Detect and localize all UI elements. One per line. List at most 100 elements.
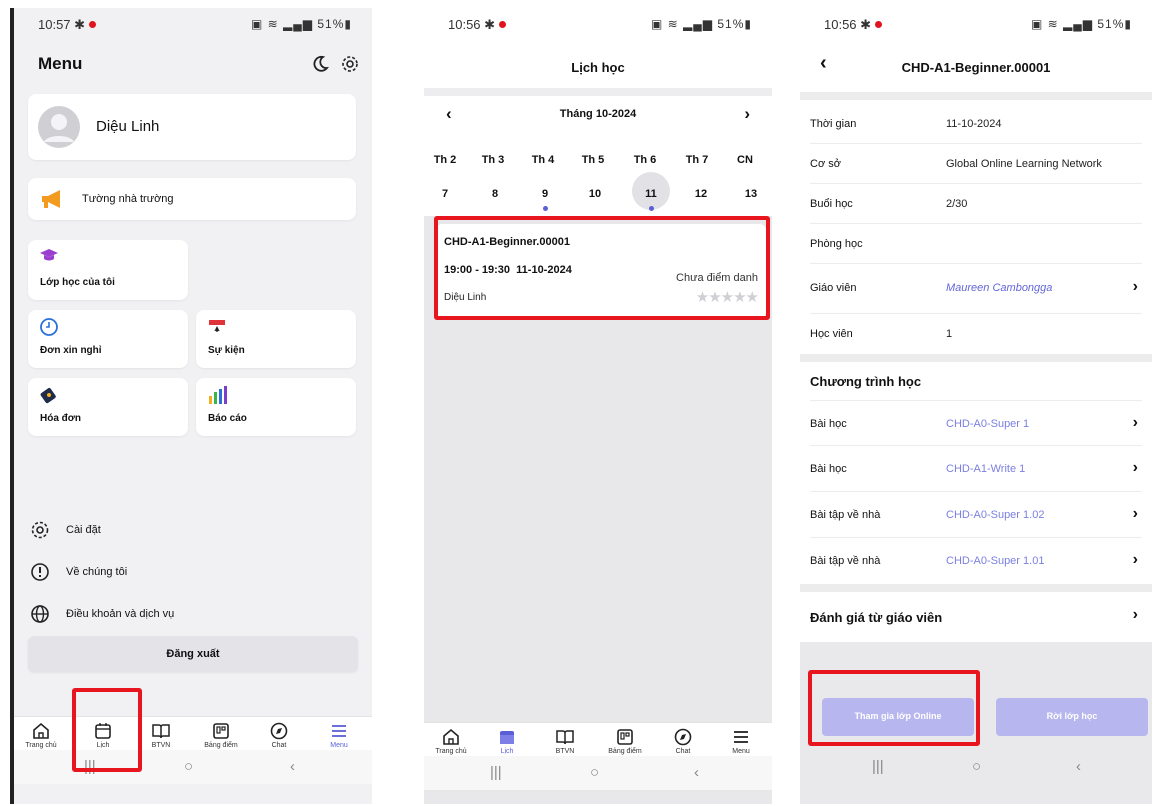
day-cell[interactable]: 9 [530,188,560,200]
nav-home-label: Trang chủ [25,742,57,749]
recent-apps-icon[interactable]: ||| [872,758,884,775]
program-label: Bài học [810,418,847,430]
info-icon [31,563,49,581]
settings-gear-icon[interactable] [340,54,360,74]
program-value: CHD-A0-Super 1 [946,418,1030,430]
day-cell-selected[interactable]: 11 [636,188,666,200]
program-value: CHD-A0-Super 1.02 [946,509,1045,521]
day-cell[interactable]: 7 [430,188,460,200]
home-circle-icon[interactable]: ○ [590,764,599,781]
logout-button[interactable]: Đăng xuất [28,636,358,672]
page-title: CHD-A1-Beginner.00001 [901,60,1051,75]
next-month-button[interactable]: › [744,104,750,124]
nav-schedule[interactable]: Lịch [482,727,532,755]
back-arrow-icon[interactable]: ‹ [290,758,295,775]
invoice-icon [40,388,56,404]
megaphone-icon [42,190,60,208]
battery-level: 51% [317,17,345,31]
info-label: Phòng học [810,238,863,250]
program-row[interactable]: Bài tập về nhà CHD-A0-Super 1.02 › [810,492,1142,538]
nav-menu[interactable]: Menu [314,721,364,749]
scoreboard-icon [617,729,633,745]
leave-class-button[interactable]: Rời lớp học [996,698,1148,736]
nav-home[interactable]: Trang chủ [16,721,66,749]
day-cell[interactable]: 13 [736,188,766,200]
nav-scoreboard-label: Bảng điểm [204,742,238,749]
home-circle-icon[interactable]: ○ [972,758,981,775]
book-icon [556,730,574,745]
chevron-right-icon: › [1132,278,1138,295]
event-dot [649,206,654,211]
nav-homework[interactable]: BTVN [136,721,186,749]
nav-homework[interactable]: BTVN [540,727,590,755]
info-row-teacher[interactable]: Giáo viên Maureen Cambongga › [810,264,1142,314]
chevron-right-icon: › [1132,606,1138,623]
nav-menu-label: Menu [330,742,348,749]
month-label: Tháng 10-2024 [559,108,637,120]
scoreboard-icon [213,723,229,739]
dark-mode-icon[interactable] [310,54,330,74]
info-value: 11-10-2024 [946,118,1002,130]
nav-homework-label: BTVN [555,748,575,755]
status-bar: 10:56 ✱ ▣ ≋ ▂▄▆ 51%▮ [824,17,1132,32]
events-tile[interactable]: Sự kiện [196,310,356,368]
teacher-review-row[interactable]: Đánh giá từ giáo viên › [810,592,1142,642]
class-detail-screen: 10:56 ✱ ▣ ≋ ▂▄▆ 51%▮ ‹ CHD-A1-Beginner.0… [800,8,1152,804]
user-name: Diệu Linh [96,118,160,135]
teacher-link[interactable]: Maureen Cambongga [946,282,1052,294]
day-cell[interactable]: 10 [580,188,610,200]
calendar-icon [500,731,514,744]
status-time: 10:57 [38,17,71,32]
recent-apps-icon[interactable]: ||| [490,764,502,781]
events-label: Sự kiện [208,345,245,356]
info-row-students: Học viên 1 [810,314,1142,354]
leave-request-tile[interactable]: Đơn xin nghỉ [28,310,188,368]
my-class-tile[interactable]: Lớp học của tôi [28,240,188,300]
graduation-cap-icon [40,249,58,261]
battery-level: 51% [1097,17,1125,31]
weekday-label: Th 3 [481,154,505,166]
nav-chat[interactable]: Chat [254,721,304,749]
nav-chat-label: Chat [675,748,691,755]
info-value: 1 [946,328,953,340]
weekday-label: Th 6 [633,154,657,166]
system-nav-bar: ||| ○ ‹ [800,750,1152,784]
status-time: 10:56 [824,17,857,32]
program-label: Bài học [810,463,847,475]
logout-label: Đăng xuất [166,648,220,660]
hamburger-icon [332,725,346,737]
chevron-right-icon: › [1132,459,1138,476]
nav-homework-label: BTVN [151,742,171,749]
invoice-tile[interactable]: Hóa đơn [28,378,188,436]
day-cell[interactable]: 8 [480,188,510,200]
weekday-label: CN [737,154,753,166]
weekday-label: Th 2 [433,154,457,166]
program-heading: Chương trình học [810,374,922,389]
program-row[interactable]: Bài tập về nhà CHD-A0-Super 1.01 › [810,538,1142,584]
chevron-right-icon: › [1132,414,1138,431]
nav-menu-label: Menu [732,748,750,755]
about-label: Về chúng tôi [66,566,128,578]
info-value: Global Online Learning Network [946,158,1102,170]
report-tile[interactable]: Báo cáo [196,378,356,436]
home-circle-icon[interactable]: ○ [184,758,193,775]
nav-home[interactable]: Trang chủ [426,727,476,755]
back-arrow-icon[interactable]: ‹ [694,764,699,781]
profile-card[interactable]: Diệu Linh [28,94,356,160]
nav-chat-label: Chat [271,742,287,749]
nav-schedule-label: Lịch [500,748,514,755]
nav-scoreboard[interactable]: Bảng điểm [196,721,246,749]
info-label: Thời gian [810,118,857,130]
nav-scoreboard[interactable]: Bảng điểm [600,727,650,755]
school-wall-card[interactable]: Tường nhà trường [28,178,356,220]
nav-chat[interactable]: Chat [658,727,708,755]
nav-menu[interactable]: Menu [716,727,766,755]
info-row-time: Thời gian 11-10-2024 [810,104,1142,144]
info-value: 2/30 [946,198,968,210]
back-arrow-icon[interactable]: ‹ [1076,758,1081,775]
avatar [38,106,80,148]
program-row[interactable]: Bài học CHD-A1-Write 1 › [810,446,1142,492]
day-cell[interactable]: 12 [686,188,716,200]
program-row[interactable]: Bài học CHD-A0-Super 1 › [810,400,1142,446]
clock-icon [40,318,58,336]
